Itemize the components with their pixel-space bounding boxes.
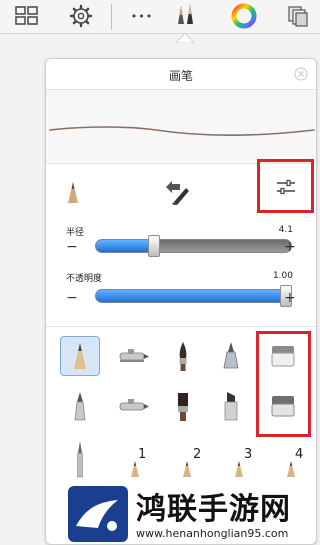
top-toolbar: ••• [0, 0, 320, 34]
brush-eraser-hard[interactable] [263, 386, 303, 426]
brush-airbrush[interactable] [113, 336, 153, 376]
radius-slider-thumb[interactable] [148, 235, 161, 257]
close-icon[interactable] [294, 67, 308, 81]
gear-icon[interactable] [66, 2, 96, 30]
site-logo-icon [68, 486, 128, 542]
opacity-slider-fill [96, 290, 287, 302]
opacity-value: 1.00 [272, 271, 293, 281]
opacity-slider[interactable] [95, 289, 292, 303]
brush-ink-pen[interactable] [211, 336, 251, 376]
brush-paintbrush[interactable] [163, 336, 203, 376]
current-brush-icon[interactable] [66, 181, 80, 205]
radius-slider-fill [96, 240, 156, 252]
radius-minus-button[interactable]: − [66, 240, 78, 254]
grid-icon[interactable] [12, 2, 42, 30]
watermark-url: www.henanhonglian95.com [136, 527, 289, 540]
color-wheel-icon[interactable] [229, 2, 259, 30]
watermark-text: 鸿联手游网 [136, 492, 291, 527]
brush-panel: 画笔 半径 4.1 − + 不透明度 1.00 − + 1 2 3 4 [45, 58, 317, 545]
brush-airbrush-2[interactable] [113, 386, 153, 426]
brush-grid-divider [46, 326, 316, 327]
radius-slider[interactable] [95, 239, 292, 253]
brush-size-label-2: 2 [193, 447, 202, 462]
brush-eraser-soft[interactable] [263, 336, 303, 376]
toolbar-divider [111, 4, 112, 30]
panel-title: 画笔 [168, 69, 193, 83]
stroke-preview-curve [49, 126, 315, 137]
brush-library-icon[interactable] [171, 2, 201, 30]
pencil-size-2-icon[interactable] [180, 459, 194, 479]
more-icon[interactable]: ••• [127, 2, 157, 30]
active-tab-pointer [176, 33, 194, 43]
brush-chisel-marker[interactable] [211, 386, 251, 426]
radius-value: 4.1 [278, 225, 293, 235]
opacity-plus-button[interactable]: + [284, 291, 296, 305]
radius-label: 半径 [66, 228, 85, 238]
brush-fine-pen[interactable] [60, 439, 100, 479]
opacity-label: 不透明度 [66, 274, 103, 284]
brush-settings-icon[interactable] [276, 179, 296, 195]
opacity-minus-button[interactable]: − [66, 291, 78, 305]
pencil-size-4-icon[interactable] [284, 459, 298, 479]
radius-plus-button[interactable]: + [284, 240, 296, 254]
pencil-size-3-icon[interactable] [232, 459, 246, 479]
brush-flat-brush[interactable] [163, 386, 203, 426]
swap-brush-icon[interactable] [162, 179, 192, 205]
brush-pencil[interactable] [60, 336, 100, 376]
site-watermark: 鸿联手游网 www.henanhonglian95.com [66, 484, 320, 545]
stroke-preview [46, 90, 316, 164]
layers-icon[interactable] [283, 2, 313, 30]
brush-marker[interactable] [60, 386, 100, 426]
pencil-size-1-icon[interactable] [128, 459, 142, 479]
